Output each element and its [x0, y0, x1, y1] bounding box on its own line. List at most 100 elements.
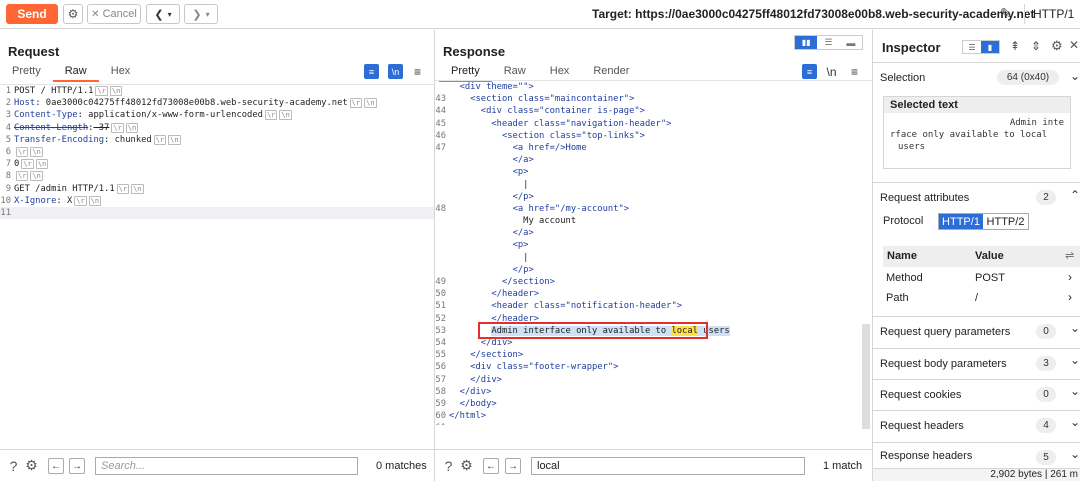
edit-target-pencil-icon[interactable]: ✎ — [1000, 5, 1012, 22]
protocol-toggle[interactable]: HTTP/1 HTTP/2 — [938, 213, 1029, 230]
dropdown-caret-icon: ▾ — [167, 9, 172, 19]
protocol-http1-option[interactable]: HTTP/1 — [939, 214, 984, 229]
code-text: </div> — [459, 386, 492, 397]
line-number: 59 — [435, 398, 446, 409]
response-line: 49 </section> — [435, 276, 872, 288]
layout-single-icon[interactable]: ▬ — [840, 36, 862, 49]
chevron-down-icon[interactable]: ⌄ — [1070, 321, 1080, 335]
section-label: Request cookies — [880, 389, 962, 401]
wrap-lines-icon[interactable]: ≡ — [364, 64, 379, 79]
response-line: </p> — [435, 264, 872, 276]
next-match-arrow-icon[interactable]: → — [69, 458, 85, 474]
prev-match-arrow-icon[interactable]: ← — [48, 458, 64, 474]
table-row[interactable]: Path / › — [883, 290, 1080, 310]
attributes-table-header: Name Value ⇌ — [883, 246, 1080, 267]
line-number: 43 — [435, 94, 446, 105]
send-button[interactable]: Send — [6, 4, 58, 24]
request-line: 3 Content-Type: application/x-www-form-ur… — [0, 109, 434, 121]
tab-pretty[interactable]: Pretty — [0, 64, 53, 82]
help-icon[interactable]: ? — [440, 457, 457, 474]
line-number: 1 — [5, 86, 11, 96]
newline-marker: \r — [95, 86, 108, 96]
chevron-down-icon[interactable]: ⌄ — [1070, 415, 1080, 429]
chevron-down-icon[interactable]: ⌄ — [1070, 447, 1080, 461]
line-number: 10 — [0, 195, 11, 206]
layout-panel-icon[interactable]: ▮ — [981, 41, 999, 53]
align-top-icon[interactable]: ⇞ — [1010, 39, 1020, 53]
column-filter-icon[interactable]: ⇌ — [1065, 249, 1074, 262]
response-title: Response — [443, 44, 506, 59]
history-forward-button[interactable]: ❯ ▾ — [184, 4, 218, 24]
header-name: X-Ignore — [14, 195, 57, 206]
inspector-settings-gear-icon[interactable]: ⚙ — [1051, 38, 1063, 54]
chevron-down-icon[interactable]: ⌄ — [1070, 69, 1080, 83]
selection-label: Selection — [880, 72, 926, 84]
response-scrollbar[interactable] — [862, 324, 870, 429]
response-search-input[interactable]: local — [531, 457, 805, 475]
line-number: 52 — [435, 313, 446, 324]
chevron-right-icon[interactable]: › — [1068, 290, 1072, 304]
response-editor[interactable]: <div theme=""> 43 <section class="maincon… — [435, 80, 872, 425]
layout-side-by-side-icon[interactable]: ▮▮ — [795, 36, 818, 49]
code-text: <header class="navigation-header"> — [491, 118, 672, 129]
section-count: 4 — [1036, 418, 1056, 433]
tab-hex[interactable]: Hex — [99, 64, 143, 82]
section-count: 0 — [1036, 387, 1056, 402]
chevron-up-icon[interactable]: ⌃ — [1070, 188, 1080, 202]
line-number: 50 — [435, 289, 446, 300]
code-text: </a> — [512, 155, 534, 166]
line-number: 5 — [5, 134, 11, 145]
show-newlines-icon[interactable]: \n — [824, 64, 839, 79]
response-search-bar: ? ⚙ ← → local 1 match — [435, 449, 872, 481]
line-number: 61 — [435, 422, 449, 425]
request-editor[interactable]: 1 POST / HTTP/1.1 \r \n 2 Host: 0ae3000c04275… — [0, 84, 434, 429]
protocol-http2-option[interactable]: HTTP/2 — [983, 214, 1028, 229]
line-number: 7 — [5, 159, 11, 170]
wrap-lines-icon[interactable]: ≡ — [802, 64, 817, 79]
response-line: </a> — [435, 227, 872, 239]
settings-gear-icon[interactable]: ⚙ — [63, 4, 83, 24]
history-back-button[interactable]: ❮ ▾ — [146, 4, 180, 24]
divider — [1024, 4, 1025, 24]
header-value: X — [61, 195, 73, 206]
layout-toggle[interactable]: ▮▮ ☰ ▬ — [794, 35, 863, 50]
line-number: 47 — [435, 142, 446, 153]
request-search-input[interactable]: Search... — [95, 457, 358, 475]
cancel-button[interactable]: ✕ Cancel — [87, 4, 141, 24]
protocol-selector[interactable]: HTTP/1 — [1033, 7, 1074, 21]
request-line: 4 Content-Length: 37 \r \n — [0, 122, 434, 134]
layout-stacked-icon[interactable]: ☰ — [817, 36, 839, 49]
align-center-icon[interactable]: ⇕ — [1031, 39, 1041, 53]
menu-icon[interactable]: ≡ — [847, 64, 862, 79]
help-icon[interactable]: ? — [5, 457, 22, 474]
layout-list-icon[interactable]: ☰ — [963, 41, 981, 53]
prev-match-arrow-icon[interactable]: ← — [483, 458, 499, 474]
chevron-right-icon[interactable]: › — [1068, 270, 1072, 284]
response-line: 60 </html> — [435, 410, 872, 422]
line-number: 45 — [435, 118, 446, 129]
menu-icon[interactable]: ≡ — [410, 64, 425, 79]
next-match-arrow-icon[interactable]: → — [505, 458, 521, 474]
newline-marker: \n — [131, 183, 144, 194]
search-settings-gear-icon[interactable]: ⚙ — [23, 457, 40, 474]
chevron-down-icon[interactable]: ⌄ — [1070, 353, 1080, 367]
code-text: <div theme=""> — [459, 82, 534, 92]
request-title: Request — [8, 44, 60, 59]
chevron-down-icon[interactable]: ⌄ — [1070, 384, 1080, 398]
table-row[interactable]: Method POST › — [883, 270, 1080, 290]
line-number: 11 — [0, 207, 11, 218]
close-icon[interactable]: ✕ — [1069, 38, 1079, 52]
chevron-left-icon: ❮ — [154, 8, 164, 21]
line-number: 4 — [5, 122, 11, 133]
inspector-layout-toggle[interactable]: ☰ ▮ — [962, 40, 1000, 54]
search-settings-gear-icon[interactable]: ⚙ — [458, 457, 475, 474]
show-newlines-icon[interactable]: \n — [388, 64, 403, 79]
code-text: <section class="maincontainer"> — [470, 94, 635, 105]
tab-raw[interactable]: Raw — [52, 64, 99, 82]
